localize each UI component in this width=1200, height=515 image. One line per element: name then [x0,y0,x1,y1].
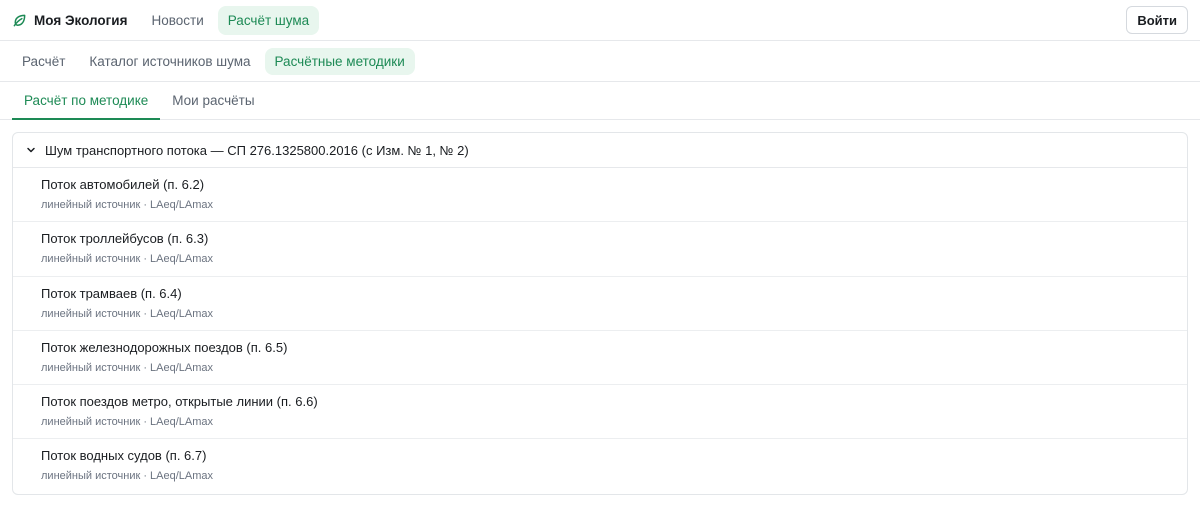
method-item-title: Поток поездов метро, открытые линии (п. … [41,394,318,410]
method-item-meta: линейный источник · LAeq/LAmax [41,199,214,211]
subnav-source-catalog[interactable]: Каталог источников шума [79,48,260,75]
login-button[interactable]: Войти [1126,6,1188,34]
method-group-title: Шум транспортного потока — СП 276.132580… [45,142,469,158]
top-bar: Моя Экология Новости Расчёт шума Войти [0,0,1200,41]
method-group-header[interactable]: Шум транспортного потока — СП 276.132580… [13,133,1187,168]
method-item-meta: линейный источник · LAeq/LAmax [41,253,214,266]
main-nav: Новости Расчёт шума [141,5,320,35]
chevron-down-icon [25,144,37,156]
brand-name: Моя Экология [34,12,128,28]
methods-panel: Шум транспортного потока — СП 276.132580… [12,132,1188,495]
subnav-methods[interactable]: Расчётные методики [264,47,415,75]
method-item[interactable]: Поток трамваев (п. 6.4) линейный источни… [13,277,1187,331]
leaf-icon [12,13,27,28]
nav-news[interactable]: Новости [141,6,213,35]
method-item-title: Поток троллейбусов (п. 6.3) [41,231,209,247]
method-item-title: Поток трамваев (п. 6.4) [41,285,182,301]
method-item-meta: линейный источник · LAeq/LAmax [41,361,214,374]
method-item-title: Поток водных судов (п. 6.7) [41,448,207,464]
sub-nav: Расчёт Каталог источников шума Расчётные… [0,41,1200,82]
tab-bar: Расчёт по методике Мои расчёты [0,82,1200,120]
method-item-meta: линейный источник · LAeq/LAmax [41,470,214,483]
method-item[interactable]: Поток водных судов (п. 6.7) линейный ист… [13,439,1187,493]
subnav-calculation[interactable]: Расчёт [12,48,75,75]
tab-calc-by-method[interactable]: Расчёт по методике [12,82,161,120]
method-item-meta: линейный источник · LAeq/LAmax [41,307,214,320]
method-item[interactable]: Поток поездов метро, открытые линии (п. … [13,385,1187,440]
method-item[interactable]: Поток железнодорожных поездов (п. 6.5) л… [13,331,1187,386]
tab-my-calcs[interactable]: Мои расчёты [160,82,266,119]
nav-noise-calc[interactable]: Расчёт шума [217,5,320,35]
method-item-title: Поток автомобилей (п. 6.2) [41,177,205,192]
method-item-meta: линейный источник · LAeq/LAmax [41,416,214,429]
method-item[interactable]: Поток троллейбусов (п. 6.3) линейный ист… [13,222,1187,277]
method-item[interactable]: Поток автомобилей (п. 6.2) линейный исто… [13,168,1187,223]
method-item-title: Поток железнодорожных поездов (п. 6.5) [41,339,288,355]
brand-logo[interactable]: Моя Экология [12,13,127,28]
